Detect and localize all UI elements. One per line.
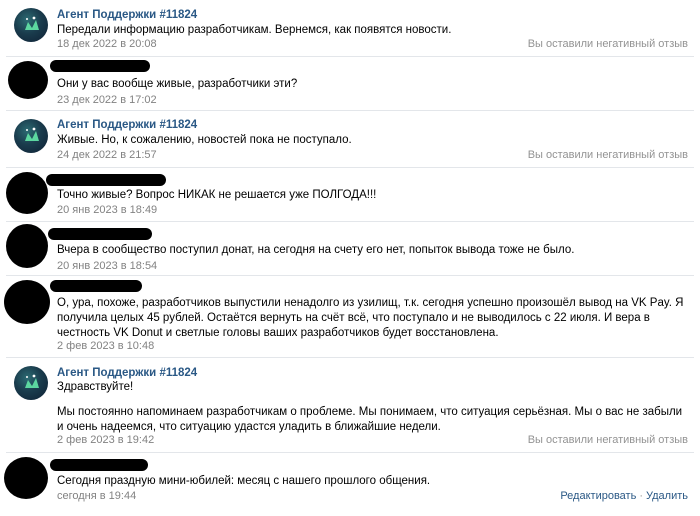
message-text: Передали информацию разработчикам. Верне… [57, 24, 452, 36]
message-text: О, ура, похоже, разработчиков выпустили … [57, 297, 684, 339]
redacted-name [46, 174, 166, 186]
message-user: Вчера в сообщество поступил донат, на се… [0, 222, 700, 274]
message-text: Они у вас вообще живые, разработчики эти… [57, 78, 298, 90]
negative-feedback-label: Вы оставили негативный отзыв [527, 434, 688, 446]
message-timestamp[interactable]: 2 фев 2023 в 10:48 [57, 340, 154, 352]
message-timestamp[interactable]: 23 дек 2022 в 17:02 [57, 94, 157, 106]
support-ticket-thread: Агент Поддержки #11824 Передали информац… [0, 0, 700, 516]
message-timestamp[interactable]: 2 фев 2023 в 19:42 [57, 434, 154, 446]
message-support: Агент Поддержки #11824 Передали информац… [0, 0, 700, 56]
message-author[interactable]: Агент Поддержки #11824 [57, 119, 197, 131]
message-text: Вчера в сообщество поступил донат, на се… [57, 244, 575, 256]
user-avatar[interactable] [8, 61, 48, 99]
support-logo-icon [25, 127, 39, 141]
message-text: Сегодня праздную мини-юбилей: месяц с на… [57, 475, 431, 487]
message-text: Живые. Но, к сожалению, новостей пока не… [57, 134, 352, 146]
negative-feedback-label: Вы оставили негативный отзыв [527, 38, 688, 50]
message-author[interactable]: Агент Поддержки #11824 [57, 367, 197, 379]
message-timestamp[interactable]: 20 янв 2023 в 18:54 [57, 260, 157, 272]
delete-link[interactable]: Удалить [646, 490, 688, 502]
user-avatar[interactable] [4, 457, 48, 499]
support-avatar[interactable] [14, 119, 48, 153]
support-avatar[interactable] [14, 366, 48, 400]
message-greeting: Здравствуйте! [57, 381, 134, 393]
message-support: Агент Поддержки #11824 Здравствуйте! Мы … [0, 358, 700, 450]
user-avatar[interactable] [6, 172, 48, 214]
message-timestamp[interactable]: 20 янв 2023 в 18:49 [57, 204, 157, 216]
message-actions: Редактировать · Удалить [560, 490, 688, 502]
negative-feedback-label: Вы оставили негативный отзыв [527, 149, 688, 161]
message-author[interactable]: Агент Поддержки #11824 [57, 9, 197, 21]
message-timestamp[interactable]: 24 дек 2022 в 21:57 [57, 149, 157, 161]
message-user: Они у вас вообще живые, разработчики эти… [0, 57, 700, 107]
user-avatar[interactable] [6, 224, 48, 268]
message-user: Точно живые? Вопрос НИКАК не решается уж… [0, 168, 700, 220]
separator-dot: · [639, 490, 643, 502]
redacted-name [50, 60, 150, 72]
message-support: Агент Поддержки #11824 Живые. Но, к сожа… [0, 111, 700, 167]
redacted-name [50, 280, 142, 292]
message-text: Мы постоянно напоминаем разработчикам о … [57, 406, 683, 433]
redacted-name [50, 459, 148, 471]
message-timestamp[interactable]: 18 дек 2022 в 20:08 [57, 38, 157, 50]
support-logo-icon [25, 374, 39, 388]
message-timestamp[interactable]: сегодня в 19:44 [57, 490, 136, 502]
user-avatar[interactable] [4, 280, 50, 324]
message-text: Точно живые? Вопрос НИКАК не решается уж… [57, 189, 377, 201]
message-user: О, ура, похоже, разработчиков выпустили … [0, 276, 700, 354]
message-user: Сегодня праздную мини-юбилей: месяц с на… [0, 453, 700, 516]
support-avatar[interactable] [14, 8, 48, 42]
redacted-name [48, 228, 152, 240]
edit-link[interactable]: Редактировать [560, 490, 636, 502]
support-logo-icon [25, 16, 39, 30]
